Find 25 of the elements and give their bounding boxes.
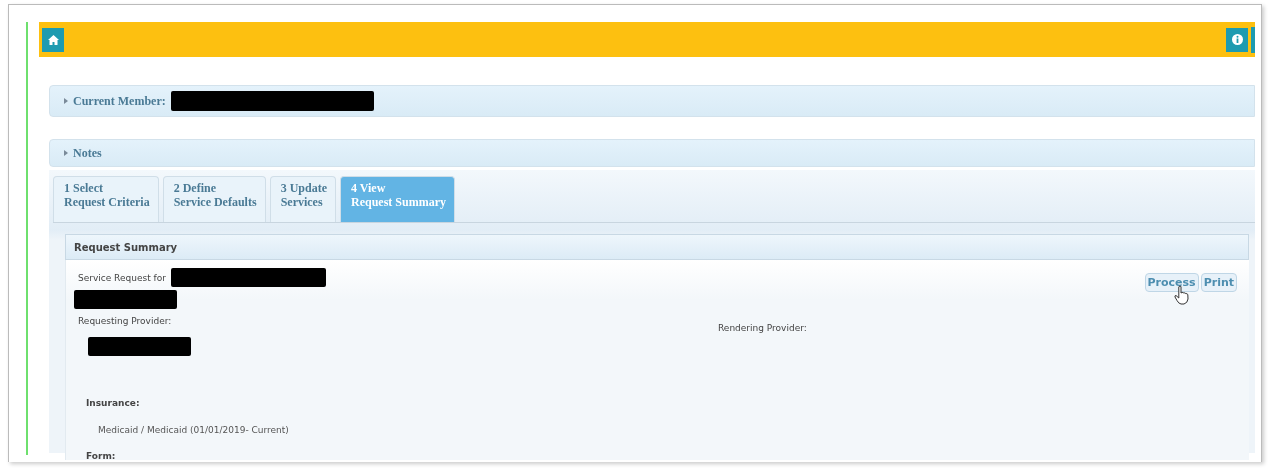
wizard-tab[interactable]: 3 Update Services <box>269 176 336 222</box>
toolbar-button-edge[interactable] <box>1251 26 1255 53</box>
service-request-label: Service Request for <box>78 272 166 283</box>
panel-title: Current Member: <box>73 93 166 109</box>
rendering-provider-label: Rendering Provider: <box>718 323 807 333</box>
insurance-label: Insurance: <box>86 398 140 408</box>
home-button[interactable] <box>42 27 64 52</box>
section-title: Request Summary <box>74 241 178 253</box>
wizard-tab[interactable]: 4 View Request Summary <box>339 176 455 222</box>
form-label: Form: <box>86 451 116 461</box>
info-icon <box>1231 34 1243 45</box>
home-icon <box>47 34 59 45</box>
caret-icon <box>64 150 68 156</box>
caret-icon <box>64 98 68 104</box>
wizard-tab[interactable]: 1 Select Request Criteria <box>53 176 159 222</box>
collapsible-panel[interactable]: Current Member: <box>49 85 1255 117</box>
action-button[interactable]: Process <box>1144 273 1199 292</box>
info-button[interactable] <box>1226 27 1248 52</box>
requesting-provider-label: Requesting Provider: <box>78 316 172 326</box>
insurance-value: Medicaid / Medicaid (01/01/2019- Current) <box>98 425 289 435</box>
hand-cursor-icon <box>1173 285 1190 305</box>
action-button[interactable]: Print <box>1200 273 1237 292</box>
collapsible-panel[interactable]: Notes <box>49 139 1255 167</box>
panel-title: Notes <box>73 145 102 161</box>
wizard-tab[interactable]: 2 Define Service Defaults <box>162 176 266 222</box>
